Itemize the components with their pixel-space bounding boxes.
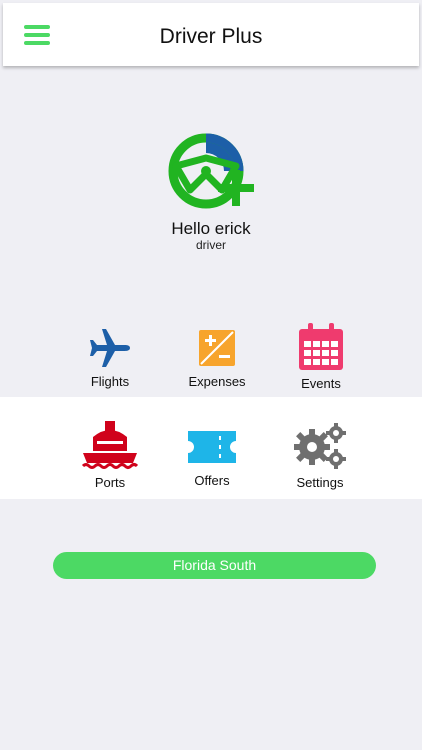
- app-header: Driver Plus: [3, 3, 419, 66]
- settings-label: Settings: [296, 475, 344, 490]
- calendar-icon: [299, 323, 343, 370]
- expenses-icon: [199, 330, 235, 366]
- expenses-label: Expenses: [188, 374, 246, 389]
- airplane-icon: [90, 329, 130, 367]
- menu-row-1: Flights Expenses Events: [0, 320, 422, 396]
- offers-tile[interactable]: Offers: [157, 425, 267, 488]
- region-button[interactable]: Florida South: [53, 552, 376, 579]
- settings-tile[interactable]: Settings: [265, 421, 375, 490]
- app-title: Driver Plus: [159, 25, 263, 48]
- ticket-icon: [188, 431, 236, 463]
- gears-icon: [294, 423, 346, 469]
- expenses-tile[interactable]: Expenses: [162, 326, 272, 389]
- offers-label: Offers: [194, 473, 230, 488]
- ports-label: Ports: [94, 475, 126, 490]
- flights-tile[interactable]: Flights: [55, 326, 165, 389]
- events-label: Events: [301, 376, 341, 391]
- events-tile[interactable]: Events: [266, 322, 376, 391]
- driver-plus-logo: [168, 133, 254, 209]
- ports-tile[interactable]: Ports: [55, 421, 165, 490]
- user-role-text: driver: [195, 238, 226, 252]
- greeting-text: Hello erick: [171, 219, 251, 238]
- menu-row-2: Ports Offers Settings: [0, 397, 422, 499]
- flights-label: Flights: [90, 374, 130, 389]
- cruise-ship-icon: [81, 421, 139, 469]
